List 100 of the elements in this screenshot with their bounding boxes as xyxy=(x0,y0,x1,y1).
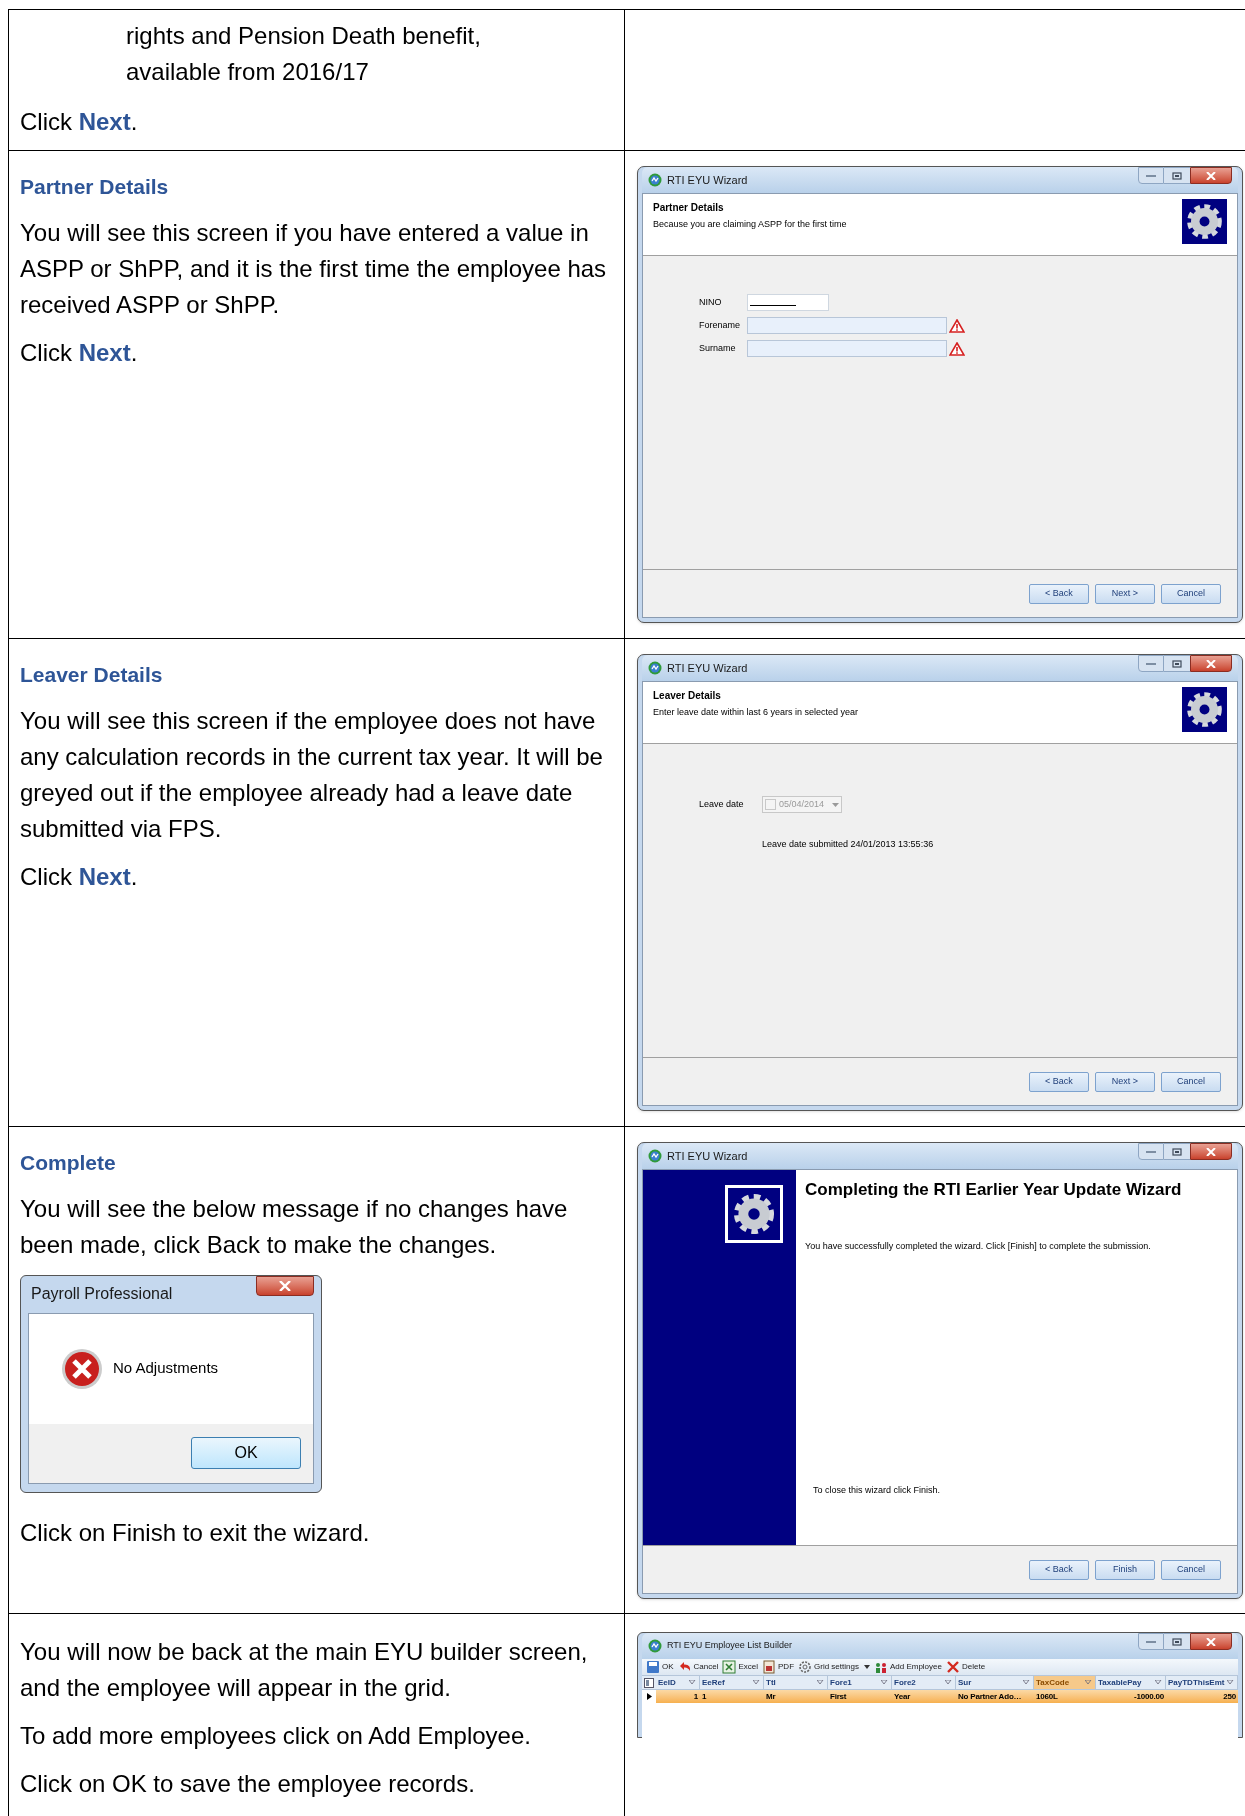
gear-icon xyxy=(725,1185,783,1243)
maximize-icon xyxy=(1172,1147,1182,1156)
wizard-button[interactable]: Next > xyxy=(1095,1071,1155,1092)
wizard-button[interactable]: Next > xyxy=(1095,583,1155,604)
toolbar-button[interactable]: OK xyxy=(646,1660,674,1674)
wizard-button[interactable]: Finish xyxy=(1095,1559,1155,1580)
column-header[interactable]: Fore1 xyxy=(828,1676,892,1689)
close-icon xyxy=(1206,1637,1216,1646)
paragraph: You will see this screen if the employee does not have any calculation records in the current tax year. It will be greyed out if the employee already had a leave date submitted via FPS. xyxy=(20,705,604,844)
app-icon xyxy=(648,173,662,187)
wizard-button[interactable]: Cancel xyxy=(1161,583,1221,604)
wizard-button[interactable]: < Back xyxy=(1029,1071,1089,1092)
column-chooser-icon xyxy=(644,1677,654,1688)
gear-icon xyxy=(1182,687,1227,732)
close-button[interactable] xyxy=(1190,1633,1232,1650)
column-header[interactable]: Fore2 xyxy=(892,1676,956,1689)
table-cell-text: 1 xyxy=(701,1691,708,1703)
section-heading: Partner Details xyxy=(20,174,170,200)
wizard-button[interactable]: < Back xyxy=(1029,583,1089,604)
table-cell-text: Year xyxy=(893,1691,912,1703)
maximize-button[interactable] xyxy=(1164,167,1190,184)
filter-icon xyxy=(753,1679,761,1686)
close-button[interactable] xyxy=(1190,1143,1232,1160)
table-cell-text: 1060L xyxy=(1035,1691,1059,1703)
app-icon xyxy=(648,1639,662,1653)
field-label: Leave date xyxy=(699,797,745,811)
toolbar-button[interactable]: Add Employee xyxy=(873,1660,942,1674)
table-cell-text: 1 xyxy=(692,1691,699,1703)
close-button[interactable] xyxy=(1190,167,1232,184)
table-cell-text: 250 xyxy=(1222,1691,1237,1703)
close-button[interactable] xyxy=(256,1275,314,1296)
input-field[interactable] xyxy=(747,340,947,357)
column-header[interactable]: TaxCode xyxy=(1034,1676,1096,1689)
ok-button[interactable]: OK xyxy=(191,1437,301,1469)
toolbar-button[interactable]: Cancel xyxy=(677,1660,719,1674)
toolbar-button[interactable]: PDF xyxy=(762,1660,795,1674)
minimize-button[interactable] xyxy=(1138,1633,1164,1650)
spreadsheet-icon xyxy=(722,1660,737,1674)
filter-icon xyxy=(881,1679,889,1686)
maximize-icon xyxy=(1172,171,1182,180)
section-heading: Leaver Details xyxy=(20,662,164,688)
table-cell-text: -1000.00 xyxy=(1133,1691,1165,1703)
dialog-message: No Adjustments xyxy=(113,1358,219,1379)
app-icon xyxy=(648,1149,662,1163)
field-label: Forename xyxy=(699,318,742,332)
filter-icon xyxy=(1227,1679,1235,1686)
paragraph: Click Next. xyxy=(20,861,139,892)
maximize-icon xyxy=(1172,659,1182,668)
page-subtitle: Because you are claiming ASPP for the first time xyxy=(653,218,847,231)
field-label: Surname xyxy=(699,341,737,355)
save-icon xyxy=(646,1660,660,1674)
maximize-button[interactable] xyxy=(1164,655,1190,672)
column-header[interactable]: PayTDThisEmt xyxy=(1166,1676,1238,1689)
close-icon xyxy=(279,1280,291,1291)
maximize-icon xyxy=(1172,1637,1182,1646)
wizard-button[interactable]: Cancel xyxy=(1161,1559,1221,1580)
paragraph: To add more employees click on Add Employee. xyxy=(20,1721,532,1751)
date-value: 05/04/2014 xyxy=(779,797,825,811)
wizard-button[interactable]: < Back xyxy=(1029,1559,1089,1580)
gear-icon xyxy=(1182,199,1227,244)
page-subtitle: Enter leave date within last 6 years in selected year xyxy=(653,706,859,719)
column-header[interactable]: EeRef xyxy=(700,1676,764,1689)
toolbar-button[interactable]: Delete xyxy=(945,1660,986,1674)
column-header[interactable]: EeID xyxy=(656,1676,700,1689)
caret-icon xyxy=(832,802,839,807)
section-heading: Complete xyxy=(20,1150,117,1176)
error-icon xyxy=(61,1347,103,1390)
document-icon xyxy=(762,1660,777,1674)
maximize-button[interactable] xyxy=(1164,1143,1190,1160)
paragraph: You will see this screen if you have entered a value in ASPP or ShPP, and it is the first time the employee has received ASPP or ShPP. xyxy=(20,217,608,320)
table-cell-text: No Partner Ado… xyxy=(957,1691,1023,1703)
paragraph: Click Next. xyxy=(20,337,139,368)
paragraph: Click Next. xyxy=(20,107,139,137)
minimize-button[interactable] xyxy=(1138,167,1164,184)
column-header[interactable]: Ttl xyxy=(764,1676,828,1689)
gear-icon xyxy=(798,1660,813,1674)
minimize-button[interactable] xyxy=(1138,655,1164,672)
page-title: Leaver Details xyxy=(653,689,722,703)
table-cell-text: First xyxy=(829,1691,848,1703)
field-label: NINO xyxy=(699,295,723,309)
input-field[interactable] xyxy=(747,317,947,334)
paragraph: You will now be back at the main EYU builder screen, and the employee will appear in the grid. xyxy=(20,1637,589,1703)
row-indicator-icon xyxy=(646,1693,652,1700)
toolbar-button[interactable]: Grid settings xyxy=(798,1660,870,1674)
close-button[interactable] xyxy=(1190,655,1232,672)
grid-row[interactable]: 1 1 Mr First Year No Partner Ado… 1060L -1000.00 250 xyxy=(642,1690,1238,1703)
close-icon xyxy=(1206,659,1216,668)
maximize-button[interactable] xyxy=(1164,1633,1190,1650)
footer-note: To close this wizard click Finish. xyxy=(813,1483,942,1497)
column-header[interactable]: TaxablePay xyxy=(1096,1676,1166,1689)
filter-icon xyxy=(1085,1679,1093,1686)
wizard-button[interactable]: Cancel xyxy=(1161,1071,1221,1092)
delete-icon xyxy=(945,1660,960,1674)
window-title: RTI EYU Employee List Builder xyxy=(667,1639,792,1653)
status-text: Leave date submitted 24/01/2013 13:55:36 xyxy=(762,838,935,851)
paragraph: rights and Pension Death benefit, available from 2016/17 xyxy=(126,21,482,87)
nino-field[interactable] xyxy=(747,294,829,311)
app-icon xyxy=(648,661,662,675)
toolbar-button[interactable]: Excel xyxy=(722,1660,759,1674)
minimize-button[interactable] xyxy=(1138,1143,1164,1160)
